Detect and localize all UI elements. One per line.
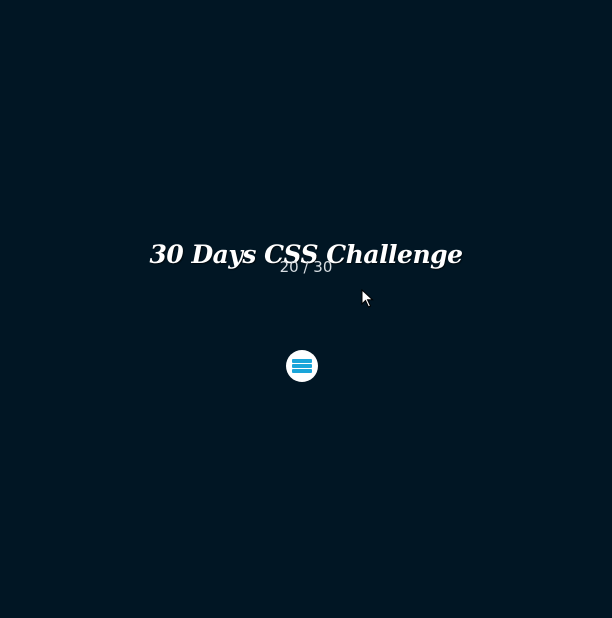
hamburger-menu-icon (292, 364, 312, 368)
progress-counter: 20 / 30 (279, 258, 333, 276)
menu-button[interactable] (286, 350, 318, 382)
mouse-cursor-icon (361, 289, 374, 308)
hamburger-menu-icon (292, 359, 312, 363)
hamburger-menu-icon (292, 369, 312, 373)
page: 30 Days CSS Challenge 20 / 30 (0, 0, 612, 618)
